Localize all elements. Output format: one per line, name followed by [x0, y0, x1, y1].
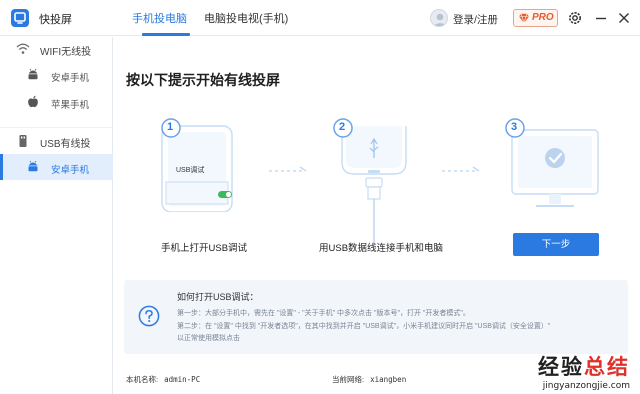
sidebar-item-wifi-apple[interactable]: 苹果手机	[0, 89, 113, 115]
watermark-part1: 经验	[538, 356, 584, 379]
help-title: 如何打开USB调试：	[177, 292, 259, 302]
network-info: 当前网络: xiangben	[332, 374, 406, 385]
watermark-url: jingyanzongjie.com	[542, 381, 630, 391]
sidebar-item-wifi-android[interactable]: 安卓手机	[0, 62, 113, 88]
tab-phone-to-pc[interactable]: 手机投电脑	[132, 10, 187, 26]
help-line-1: 第一步：大部分手机中，需先在 "设置" - "关于手机" 中多次点击 "版本号"…	[177, 310, 470, 317]
sidebar-section-usb: USB有线投	[0, 130, 113, 152]
network-label: 当前网络:	[332, 375, 365, 384]
android-icon	[28, 68, 38, 80]
pro-label: PRO	[532, 12, 554, 23]
avatar-icon[interactable]	[430, 9, 448, 27]
minimize-icon[interactable]	[593, 10, 609, 26]
app-logo-icon	[11, 9, 29, 27]
title-bar: 快投屏 手机投电脑 电脑投电视(手机) 登录/注册 PRO	[0, 0, 640, 36]
help-line-3: 以正常使用模拟点击	[177, 335, 240, 342]
tab-pc-to-tv[interactable]: 电脑投电视(手机)	[204, 10, 288, 26]
question-icon	[138, 305, 160, 327]
help-line-2: 第二步：在 "设置" 中找到 "开发者选项"，在其中找到并开启 "USB调试"，…	[177, 323, 551, 330]
step-1-number: 1	[167, 121, 174, 133]
login-register-link[interactable]: 登录/注册	[453, 12, 498, 27]
usb-debug-toggle-label: USB调试	[176, 167, 205, 174]
pro-badge[interactable]: PRO	[513, 9, 558, 27]
sidebar: WIFI无线投 安卓手机 苹果手机 USB有线投 安卓手机	[0, 37, 113, 394]
step-1-label: 手机上打开USB调试	[161, 243, 248, 254]
active-indicator	[0, 154, 3, 180]
sidebar-item-usb-android[interactable]: 安卓手机	[0, 154, 113, 180]
sidebar-section-wifi: WIFI无线投	[0, 38, 113, 60]
next-step-button[interactable]: 下一步	[513, 233, 599, 256]
sidebar-item-label: 苹果手机	[51, 100, 90, 111]
sidebar-item-label: 安卓手机	[51, 73, 90, 84]
active-tab-indicator	[142, 33, 190, 36]
step-2-number: 2	[339, 121, 346, 133]
network-value: xiangben	[370, 375, 407, 384]
android-icon	[28, 160, 38, 172]
diamond-icon	[519, 13, 529, 24]
step-2-usb-cable-illustration	[333, 118, 407, 243]
app-name: 快投屏	[39, 14, 72, 26]
arrow-1-icon	[269, 166, 307, 172]
settings-gear-icon[interactable]	[567, 10, 583, 26]
usb-debug-help-box: 如何打开USB调试： 第一步：大部分手机中，需先在 "设置" - "关于手机" …	[124, 280, 628, 354]
step-2-label: 用USB数据线连接手机和电脑	[319, 243, 444, 254]
step-3-number: 3	[511, 121, 518, 133]
watermark: 经验总结 jingyanzongjie.com	[538, 351, 630, 391]
sidebar-item-label: 安卓手机	[51, 165, 90, 176]
sidebar-section-label: WIFI无线投	[40, 47, 92, 58]
apple-icon	[28, 95, 38, 108]
watermark-brand: 经验总结	[538, 351, 630, 381]
pc-name-value: admin-PC	[164, 375, 201, 384]
usb-icon	[19, 135, 27, 147]
arrow-2-icon	[442, 166, 480, 172]
wifi-icon	[16, 43, 30, 54]
page-title: 按以下提示开始有线投屏	[126, 72, 280, 88]
pc-name-info: 本机名称: admin-PC	[126, 374, 200, 385]
sidebar-divider	[0, 127, 112, 128]
main-panel: 按以下提示开始有线投屏 1 USB调试 2 3 手机上打开USB调试 用USB数…	[114, 37, 640, 394]
close-icon[interactable]	[616, 10, 632, 26]
sidebar-section-label: USB有线投	[40, 139, 91, 150]
pc-name-label: 本机名称:	[126, 375, 159, 384]
watermark-part2: 总结	[584, 356, 630, 379]
